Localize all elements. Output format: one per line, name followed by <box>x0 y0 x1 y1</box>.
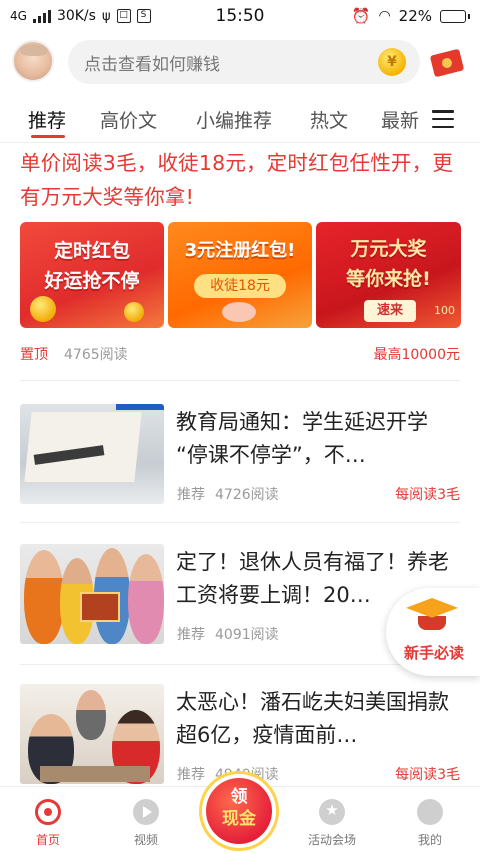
search-bar[interactable]: 点击查看如何赚钱 ¥ <box>68 40 420 84</box>
signal-icon <box>32 9 51 23</box>
nav-events[interactable]: 活动会场 <box>292 795 372 848</box>
tab-hot[interactable]: 热文 <box>310 106 348 133</box>
nav-video-label: 视频 <box>133 833 158 847</box>
promo-reward: 最高10000元 <box>373 347 460 363</box>
banner-3-button[interactable]: 速来 <box>364 300 416 322</box>
active-tab-indicator <box>31 135 65 138</box>
nav-mine[interactable]: 我的 <box>390 795 470 848</box>
pinned-label: 置顶 <box>20 347 48 363</box>
network-type: 4G <box>10 9 27 23</box>
status-right: ⏰ ◠ 22% <box>352 7 470 25</box>
nav-home-label: 首页 <box>35 833 60 847</box>
battery-icon <box>440 9 470 23</box>
top-header: 点击查看如何赚钱 ¥ <box>0 36 480 92</box>
app-screen: 4G 30K/s ψ □ S 15:50 ⏰ ◠ 22% 点击查看如何赚钱 ¥ <box>0 0 480 853</box>
tab-high-price[interactable]: 高价文 <box>100 106 157 133</box>
coin-icon[interactable]: ¥ <box>378 48 406 76</box>
article-meta: 推荐 4091阅读 <box>177 624 279 644</box>
article-views: 4091阅读 <box>215 627 279 643</box>
nav-mine-label: 我的 <box>417 833 442 847</box>
cash-label-1: 领 <box>230 787 248 807</box>
banner-1-line-1: 定时红包 <box>53 240 130 262</box>
nav-events-label: 活动会场 <box>307 833 356 847</box>
article-title: 太恶心！潘石屹夫妇美国捐款超6亿，疫情面前… <box>176 690 449 747</box>
banner-1-line-2: 好运抢不停 <box>44 270 140 292</box>
article-meta: 推荐 4726阅读 <box>177 484 279 504</box>
usb-icon: ψ <box>101 8 111 24</box>
search-placeholder: 点击查看如何赚钱 <box>84 54 220 75</box>
article-source: 推荐 <box>177 487 205 503</box>
article-views: 4726阅读 <box>215 487 279 503</box>
banner-timed-red-packet[interactable]: 定时红包 好运抢不停 <box>20 222 164 328</box>
article-title: 教育局通知：学生延迟开学 “停课不停学”，不… <box>176 410 428 467</box>
promo-headline[interactable]: 单价阅读3毛，收徒18元，定时红包任性开，更有万元大奖等你拿! <box>20 146 466 214</box>
cash-label-2: 现金 <box>222 809 256 829</box>
promo-banners: 定时红包 好运抢不停 3元注册红包! 收徒18元 万元大奖 等你来抢! 速来 1… <box>20 222 461 328</box>
alarm-icon: ⏰ <box>351 7 371 25</box>
notification-icon-2: S <box>136 9 151 23</box>
nav-home[interactable]: 首页 <box>8 795 88 848</box>
play-icon <box>133 799 159 825</box>
tab-recommend[interactable]: 推荐 <box>28 106 66 133</box>
article-reward: 每阅读3毛 <box>395 767 460 783</box>
status-time: 15:50 <box>215 6 265 26</box>
banner-register-red-packet[interactable]: 3元注册红包! 收徒18元 <box>168 222 312 328</box>
divider <box>20 664 460 665</box>
tabs-divider <box>0 142 480 143</box>
nav-video[interactable]: 视频 <box>106 795 186 848</box>
divider <box>20 380 460 381</box>
divider <box>20 522 460 523</box>
newbie-guide-button[interactable]: 新手必读 <box>386 588 480 676</box>
newbie-guide-label: 新手必读 <box>403 644 464 662</box>
article-reward: 每阅读3毛 <box>395 487 460 503</box>
banner-2-line-1: 3元注册红包! <box>184 240 296 261</box>
graduation-cap-icon <box>406 598 458 632</box>
star-badge-icon <box>319 799 345 825</box>
status-left: 4G 30K/s ψ □ S <box>10 8 151 24</box>
claim-cash-button[interactable]: 领 现金 <box>206 778 272 844</box>
tab-latest[interactable]: 最新 <box>381 106 419 133</box>
banner-3-line-2: 等你来抢! <box>346 268 431 290</box>
coin-decoration-icon <box>124 302 144 322</box>
user-icon <box>417 799 443 825</box>
wifi-icon: ◠ <box>378 8 391 24</box>
piggy-bank-icon <box>222 302 256 322</box>
clock-decoration-icon <box>30 296 56 322</box>
battery-percent: 22% <box>398 7 432 25</box>
banner-3-tag: 100 <box>434 304 455 317</box>
article-thumbnail <box>20 544 164 644</box>
banner-grand-prize[interactable]: 万元大奖 等你来抢! 速来 100 <box>316 222 461 328</box>
avatar[interactable] <box>12 40 54 82</box>
network-speed: 30K/s <box>56 8 96 24</box>
banner-2-pill: 收徒18元 <box>194 274 286 298</box>
article-item[interactable]: 教育局通知：学生延迟开学 “停课不停学”，不… 推荐 4726阅读 每阅读3毛 <box>0 404 480 522</box>
menu-icon[interactable] <box>432 110 454 128</box>
article-thumbnail <box>20 404 164 504</box>
notification-icon-1: □ <box>116 9 131 23</box>
tab-editor-picks[interactable]: 小编推荐 <box>196 106 272 133</box>
home-icon <box>35 799 61 825</box>
status-bar: 4G 30K/s ψ □ S 15:50 ⏰ ◠ 22% <box>0 0 480 32</box>
banner-3-line-1: 万元大奖 <box>350 238 427 260</box>
article-thumbnail <box>20 684 164 784</box>
category-tabs: 推荐 高价文 小编推荐 热文 最新 <box>0 100 480 140</box>
promo-views: 4765阅读 <box>64 347 128 363</box>
article-source: 推荐 <box>177 767 205 783</box>
red-envelope-icon[interactable] <box>429 48 465 78</box>
article-source: 推荐 <box>177 627 205 643</box>
